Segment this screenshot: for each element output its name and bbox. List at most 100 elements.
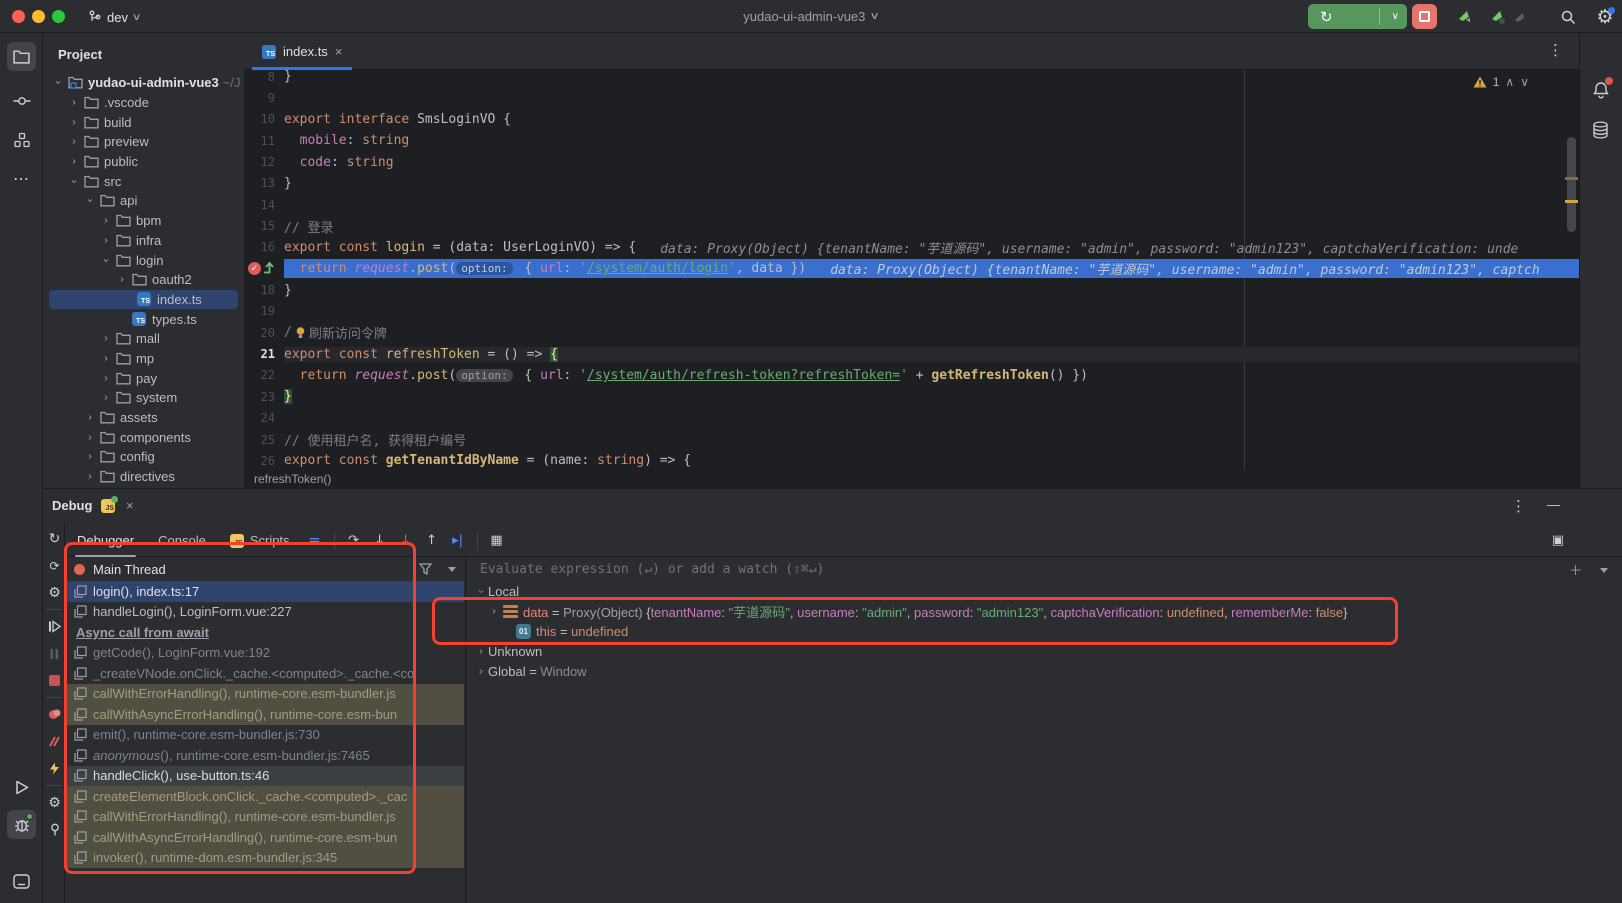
chevron-collapsed-icon[interactable]: › [80, 471, 99, 482]
gutter[interactable]: 26 [244, 454, 284, 468]
tree-item-build[interactable]: ›build [44, 112, 243, 132]
step-into-icon[interactable]: ↓ [367, 530, 393, 552]
evaluate-expression-input[interactable]: Evaluate expression (↵) or add a watch (… [466, 557, 1622, 581]
tab-debugger[interactable]: Debugger [65, 525, 146, 557]
resume-program-icon[interactable] [44, 613, 65, 640]
code-line-15[interactable]: 15// 登录 [244, 215, 1579, 236]
tab-close-icon[interactable]: × [335, 44, 343, 59]
tree-item-config[interactable]: ›config [44, 447, 243, 467]
chevron-collapsed-icon[interactable]: › [80, 432, 99, 443]
profiler-pause-icon[interactable] [1488, 7, 1510, 27]
profiler-icon[interactable] [1455, 7, 1477, 27]
frame-row[interactable]: _createVNode.onClick._cache.<computed>._… [66, 663, 464, 684]
frame-row[interactable]: callWithAsyncErrorHandling(), runtime-co… [66, 827, 464, 848]
code-editor[interactable]: 8}910export interface SmsLoginVO {11 mob… [244, 70, 1579, 470]
gutter[interactable]: 21 [244, 347, 284, 361]
code-line-11[interactable]: 11 mobile: string [244, 130, 1579, 151]
stripe-mark-warning[interactable] [1565, 200, 1578, 203]
commit-toolwindow-button[interactable] [7, 86, 36, 115]
force-step-into-icon[interactable]: ↓ [393, 530, 419, 552]
chevron-collapsed-icon[interactable]: › [96, 392, 115, 403]
frame-row[interactable]: callWithErrorHandling(), runtime-core.es… [66, 807, 464, 828]
step-over-icon[interactable]: ↷ [341, 530, 367, 552]
tree-item-components[interactable]: ›components [44, 427, 243, 447]
threads-view-icon[interactable]: ≡ [302, 530, 328, 552]
code-line-19[interactable]: 19 [244, 301, 1579, 322]
tree-item-api[interactable]: ›api [44, 191, 243, 211]
tree-item-login[interactable]: ›login [44, 250, 243, 270]
chevron-collapsed-icon[interactable]: › [96, 235, 115, 246]
gutter[interactable]: 8 [244, 70, 284, 84]
gutter[interactable]: 19 [244, 304, 284, 318]
chevron-collapsed-icon[interactable]: › [112, 274, 131, 285]
frame-row[interactable]: callWithErrorHandling(), runtime-core.es… [66, 684, 464, 705]
gutter[interactable]: ✓ [244, 260, 284, 277]
code-line-21[interactable]: 21export const refreshToken = () => { [244, 343, 1579, 364]
tree-item-mp[interactable]: ›mp [44, 349, 243, 369]
tree-item-yudao-ui-admin-vue3[interactable]: ›yudao-ui-admin-vue3~/J [44, 73, 243, 93]
chevron-expanded-icon[interactable]: › [69, 172, 80, 191]
gutter[interactable]: 20 [244, 326, 284, 340]
step-out-icon[interactable]: ↑ [419, 530, 445, 552]
chevron-collapsed-icon[interactable]: › [64, 117, 83, 128]
run-toolwindow-button[interactable] [7, 773, 36, 802]
code-line-10[interactable]: 10export interface SmsLoginVO { [244, 109, 1579, 130]
layout-settings-gear-icon[interactable]: ⚙ [44, 789, 65, 816]
code-line-18[interactable]: 18} [244, 279, 1579, 300]
tree-item-infra[interactable]: ›infra [44, 231, 243, 251]
code-line-8[interactable]: 8} [244, 70, 1579, 87]
gutter[interactable]: 22 [244, 368, 284, 382]
tree-item-types-ts[interactable]: TStypes.ts [44, 309, 243, 329]
chevron-collapsed-icon[interactable]: › [64, 136, 83, 147]
debug-minimize-icon[interactable]: — [1547, 497, 1560, 512]
tab-index-ts[interactable]: TS index.ts × [252, 33, 352, 70]
chevron-collapsed-icon[interactable]: › [96, 373, 115, 384]
tree-item-preview[interactable]: ›preview [44, 132, 243, 152]
more-toolwindows-button[interactable]: ⋯ [7, 164, 36, 193]
code-line-16[interactable]: 16export const login = (data: UserLoginV… [244, 237, 1579, 258]
code-line-14[interactable]: 14 [244, 194, 1579, 215]
mute-breakpoints-icon[interactable] [44, 701, 65, 728]
tree-item-index-ts[interactable]: TSindex.ts [49, 290, 238, 310]
frame-row[interactable]: handleLogin(), LoginForm.vue:227 [66, 602, 464, 623]
code-line-13[interactable]: 13} [244, 173, 1579, 194]
chevron-collapsed-icon[interactable]: › [96, 353, 115, 364]
structure-toolwindow-button[interactable] [7, 125, 36, 154]
gutter[interactable]: 25 [244, 433, 284, 447]
debug-settings-gear-icon[interactable]: ⚙ [44, 579, 65, 606]
code-line-23[interactable]: 23} [244, 386, 1579, 407]
debug-options-kebab-icon[interactable]: ⋮ [1511, 497, 1526, 515]
gutter[interactable]: 16 [244, 240, 284, 254]
gutter[interactable]: 23 [244, 390, 284, 404]
debug-session-close-icon[interactable]: × [126, 498, 134, 513]
code-line-12[interactable]: 12 code: string [244, 151, 1579, 172]
frame-row[interactable]: anonymous(), runtime-core.esm-bundler.js… [66, 745, 464, 766]
settings-gear-icon[interactable]: ⚙ [1594, 7, 1616, 27]
notifications-button[interactable] [1586, 75, 1615, 104]
gutter[interactable]: 11 [244, 134, 284, 148]
variable-row[interactable]: ›data = Proxy(Object) {tenantName: "芋道源码… [466, 601, 1622, 621]
frame-row[interactable]: emit(), runtime-core.esm-bundler.js:730 [66, 725, 464, 746]
stop-icon[interactable] [44, 667, 65, 694]
tab-options-kebab-icon[interactable]: ⋮ [1548, 41, 1563, 59]
chevron-expanded-icon[interactable]: › [53, 73, 64, 92]
rerun-icon[interactable]: ↻ [44, 525, 65, 552]
tree-item-oauth2[interactable]: ›oauth2 [44, 270, 243, 290]
breadcrumb[interactable]: refreshToken() [244, 470, 1579, 488]
code-line-22[interactable]: 22 return request.post(option: { url: '/… [244, 365, 1579, 386]
chevron-collapsed-icon[interactable]: › [64, 97, 83, 108]
gutter[interactable]: 24 [244, 411, 284, 425]
chevron-collapsed-icon[interactable]: › [473, 666, 490, 677]
gutter[interactable]: 12 [244, 155, 284, 169]
tab-scripts[interactable]: JS Scripts [218, 525, 302, 557]
tree-item--vscode[interactable]: ›.vscode [44, 93, 243, 113]
frame-row[interactable]: getCode(), LoginForm.vue:192 [66, 643, 464, 664]
breakpoint-icon[interactable]: ✓ [248, 262, 261, 275]
database-toolwindow-button[interactable] [1586, 115, 1615, 144]
pin-icon[interactable] [44, 816, 65, 843]
run-configurations-dropdown[interactable]: ∨ [1392, 11, 1399, 22]
thread-dropdown-icon[interactable] [448, 567, 456, 572]
intention-bulb-icon[interactable] [294, 326, 307, 339]
frame-row[interactable]: invoker(), runtime-dom.esm-bundler.js:34… [66, 848, 464, 869]
variable-row[interactable]: 01this = undefined [466, 621, 1622, 641]
